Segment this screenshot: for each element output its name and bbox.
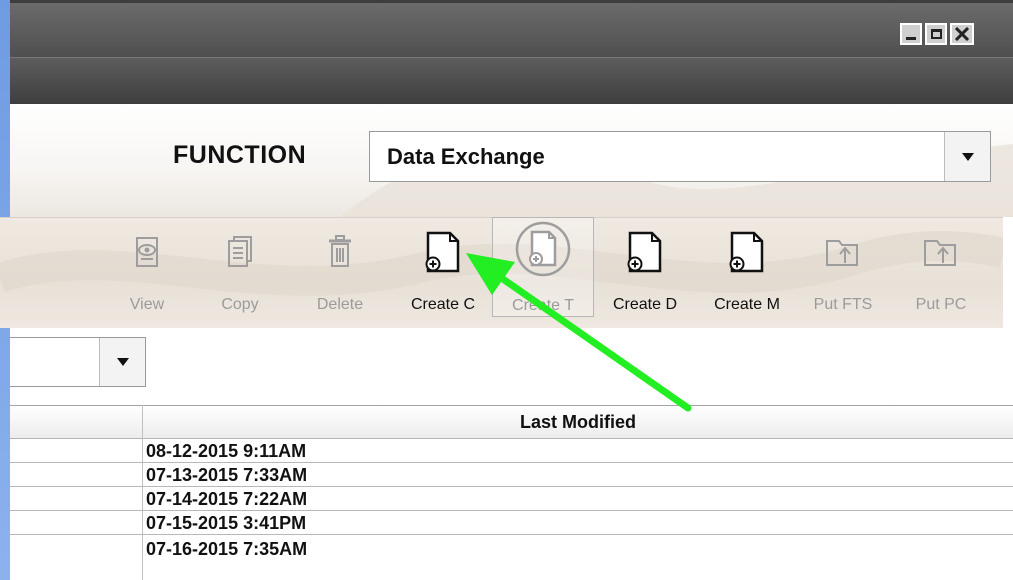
close-button[interactable] <box>950 23 974 45</box>
create-m-button[interactable]: Create M <box>697 226 797 326</box>
last-modified-cell: 07-15-2015 3:41PM <box>146 513 307 533</box>
create-t-button[interactable]: Create T <box>492 217 594 317</box>
last-modified-cell: 08-12-2015 9:11AM <box>146 441 307 461</box>
copy-icon <box>216 228 264 276</box>
menu-bar <box>10 57 1013 104</box>
function-select[interactable]: Data Exchange <box>369 131 991 182</box>
delete-label: Delete <box>316 296 364 313</box>
minimize-icon <box>906 36 916 40</box>
create-c-label: Create C <box>410 296 476 313</box>
filter-dropdown-button[interactable] <box>99 338 145 386</box>
function-dropdown-button[interactable] <box>944 132 990 181</box>
table-row[interactable]: 07-14-2015 7:22AM <box>10 488 1013 511</box>
upload-icon <box>819 228 867 276</box>
view-icon <box>123 228 171 276</box>
last-modified-cell: 07-13-2015 7:33AM <box>146 465 308 485</box>
table-row[interactable]: 07-13-2015 7:33AM <box>10 464 1013 487</box>
create-d-label: Create D <box>612 296 678 313</box>
copy-label: Copy <box>221 296 259 313</box>
create-c-button[interactable]: Create C <box>397 226 489 326</box>
put-fts-label: Put FTS <box>813 296 873 313</box>
last-modified-cell: 07-16-2015 7:35AM <box>146 539 308 559</box>
maximize-button[interactable] <box>925 23 947 45</box>
new-document-icon <box>419 228 467 276</box>
put-pc-button[interactable]: Put PC <box>908 226 974 326</box>
create-d-button[interactable]: Create D <box>596 226 694 326</box>
table-header-cell[interactable] <box>10 406 142 439</box>
close-icon <box>955 27 969 41</box>
upload-icon <box>917 228 965 276</box>
table-row[interactable]: 07-15-2015 3:41PM <box>10 512 1013 535</box>
minimize-button[interactable] <box>900 23 922 45</box>
column-header-last-modified[interactable]: Last Modified <box>143 406 1013 439</box>
maximize-icon <box>930 29 942 39</box>
create-m-label: Create M <box>714 296 780 313</box>
delete-button[interactable]: Delete <box>306 226 374 326</box>
filter-select[interactable] <box>10 337 146 387</box>
new-document-icon <box>621 228 669 276</box>
chevron-down-icon <box>961 152 974 161</box>
last-modified-cell: 07-14-2015 7:22AM <box>146 489 308 509</box>
view-label: View <box>129 296 165 313</box>
create-t-label: Create T <box>512 297 574 314</box>
new-document-icon <box>514 220 572 278</box>
chevron-down-icon <box>116 358 129 366</box>
function-select-value: Data Exchange <box>387 144 545 169</box>
view-button[interactable]: View <box>118 226 176 326</box>
function-label: FUNCTION <box>173 141 307 169</box>
table-row[interactable]: 08-12-2015 9:11AM <box>10 440 1013 463</box>
put-fts-button[interactable]: Put FTS <box>806 226 880 326</box>
title-bar <box>10 0 1013 57</box>
table-row[interactable]: 07-16-2015 7:35AM <box>10 536 1013 580</box>
trash-icon <box>316 228 364 276</box>
copy-button[interactable]: Copy <box>211 226 269 326</box>
new-document-icon <box>723 228 771 276</box>
put-pc-label: Put PC <box>915 296 967 313</box>
